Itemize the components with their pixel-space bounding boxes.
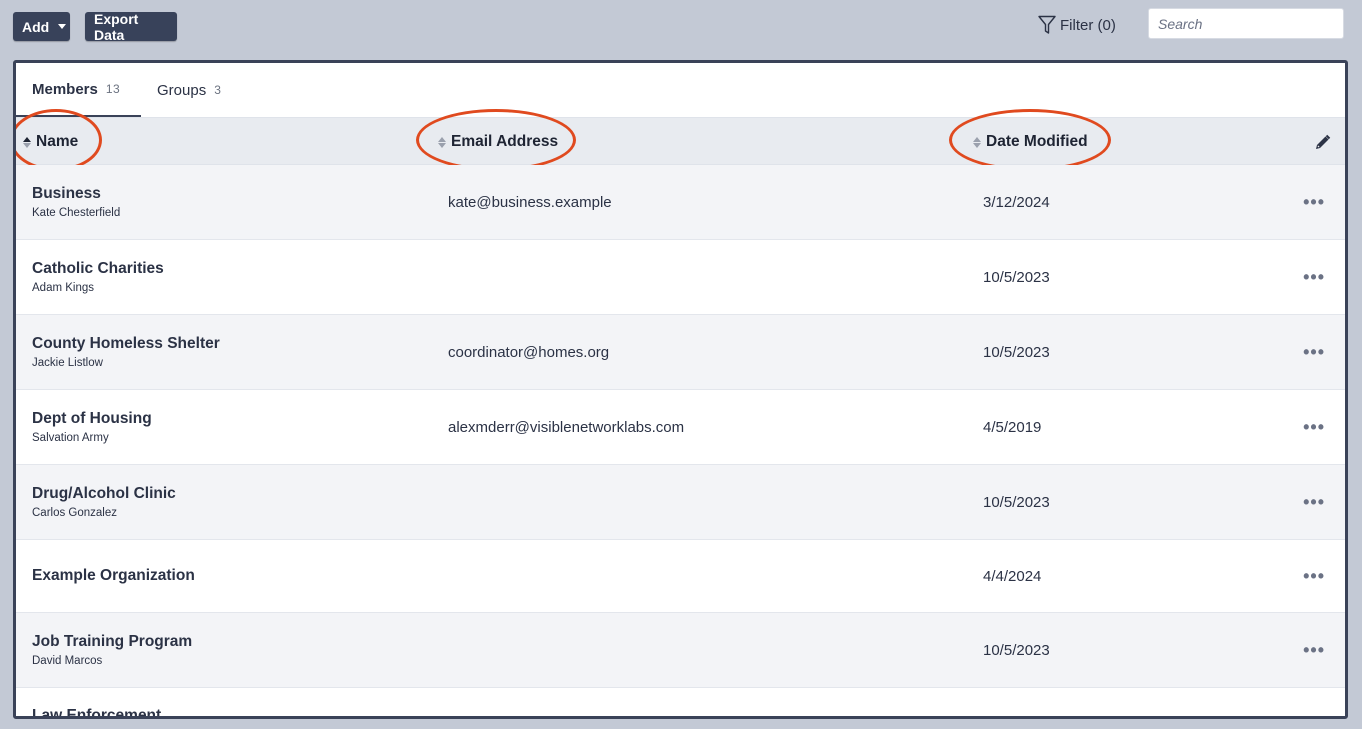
email-cell: alexmderr@visiblenetworklabs.com — [448, 418, 685, 436]
tab-members-label: Members — [32, 80, 98, 98]
column-header-email-label: Email Address — [451, 133, 559, 150]
organization-name[interactable]: Job Training Program — [32, 633, 192, 651]
more-options-icon[interactable]: ••• — [1303, 240, 1325, 314]
table-row[interactable]: Catholic Charities Adam Kings 10/5/2023 … — [16, 240, 1345, 315]
members-panel: Members 13 Groups 3 Name Email Address D… — [13, 60, 1348, 719]
contact-name: Jackie Listlow — [32, 357, 103, 369]
tab-groups-count: 3 — [214, 83, 222, 97]
email-cell: coordinator@homes.org — [448, 343, 610, 361]
column-header-name-label: Name — [36, 133, 79, 150]
toolbar: Add Export Data Filter (0) — [0, 0, 1362, 56]
sort-icon — [438, 136, 446, 148]
more-options-icon[interactable]: ••• — [1303, 613, 1325, 687]
name-cell: Catholic Charities Adam Kings — [32, 240, 164, 314]
table-row[interactable]: Job Training Program David Marcos 10/5/2… — [16, 613, 1345, 688]
contact-name: Adam Kings — [32, 282, 95, 294]
name-cell: Job Training Program David Marcos — [32, 613, 192, 687]
column-header-date-label: Date Modified — [986, 133, 1088, 150]
contact-name: Carlos Gonzalez — [32, 507, 118, 519]
table-row[interactable]: Dept of Housing Salvation Army alexmderr… — [16, 390, 1345, 465]
tab-members[interactable]: Members 13 — [16, 63, 141, 117]
table-row[interactable]: County Homeless Shelter Jackie Listlow c… — [16, 315, 1345, 390]
table-row[interactable]: Drug/Alcohol Clinic Carlos Gonzalez 10/5… — [16, 465, 1345, 540]
more-options-icon[interactable]: ••• — [1303, 465, 1325, 539]
name-cell: Business Kate Chesterfield — [32, 165, 120, 239]
table-row[interactable]: Law Enforcement — [16, 688, 1345, 716]
members-table: Business Kate Chesterfield kate@business… — [16, 165, 1345, 716]
caret-down-icon — [58, 24, 67, 29]
contact-name: Kate Chesterfield — [32, 207, 121, 219]
add-button[interactable]: Add — [13, 12, 70, 41]
sort-ascending-icon — [23, 136, 31, 148]
add-button-label: Add — [22, 18, 50, 35]
tab-groups-label: Groups — [157, 81, 207, 99]
table-row[interactable]: Example Organization 4/4/2024 ••• — [16, 540, 1345, 613]
organization-name[interactable]: County Homeless Shelter — [32, 335, 220, 353]
name-cell: Dept of Housing Salvation Army — [32, 390, 152, 464]
tab-groups[interactable]: Groups 3 — [157, 63, 221, 117]
date-modified-cell: 4/4/2024 — [983, 567, 1042, 585]
export-data-button[interactable]: Export Data — [85, 10, 177, 43]
more-options-icon[interactable]: ••• — [1303, 165, 1325, 239]
date-modified-cell: 10/5/2023 — [983, 641, 1050, 659]
date-modified-cell: 10/5/2023 — [983, 343, 1050, 361]
filter-icon — [1038, 15, 1056, 34]
pencil-icon — [1316, 134, 1331, 149]
date-modified-cell: 3/12/2024 — [983, 193, 1050, 211]
name-cell: Drug/Alcohol Clinic Carlos Gonzalez — [32, 465, 176, 539]
tab-bar: Members 13 Groups 3 — [16, 63, 1345, 117]
export-button-label: Export Data — [94, 10, 139, 43]
date-modified-cell: 10/5/2023 — [983, 493, 1050, 511]
sort-icon — [973, 136, 981, 148]
organization-name[interactable]: Dept of Housing — [32, 410, 152, 428]
date-modified-cell: 4/5/2019 — [983, 418, 1042, 436]
edit-columns-button[interactable] — [1314, 118, 1331, 166]
table-row[interactable]: Business Kate Chesterfield kate@business… — [16, 165, 1345, 240]
organization-name[interactable]: Drug/Alcohol Clinic — [32, 485, 176, 503]
name-cell: County Homeless Shelter Jackie Listlow — [32, 315, 220, 389]
organization-name[interactable]: Catholic Charities — [32, 260, 164, 278]
column-header-date-modified[interactable]: Date Modified — [973, 118, 1088, 166]
column-header-name[interactable]: Name — [23, 118, 78, 166]
organization-name[interactable]: Example Organization — [32, 567, 195, 585]
column-header-email[interactable]: Email Address — [438, 118, 558, 166]
date-modified-cell: 10/5/2023 — [983, 268, 1050, 286]
name-cell: Example Organization — [32, 540, 195, 612]
contact-name: Salvation Army — [32, 432, 109, 444]
tab-members-count: 13 — [105, 82, 121, 96]
organization-name[interactable]: Law Enforcement — [32, 707, 161, 716]
table-header: Name Email Address Date Modified — [16, 117, 1345, 165]
organization-name[interactable]: Business — [32, 185, 120, 203]
email-cell: kate@business.example — [448, 193, 612, 211]
more-options-icon[interactable]: ••• — [1303, 315, 1325, 389]
more-options-icon[interactable]: ••• — [1303, 390, 1325, 464]
search-input[interactable] — [1148, 8, 1344, 39]
filter-button[interactable]: Filter (0) — [1038, 14, 1116, 36]
contact-name: David Marcos — [32, 655, 103, 667]
more-options-icon[interactable]: ••• — [1303, 540, 1325, 612]
filter-label: Filter (0) — [1060, 16, 1116, 34]
